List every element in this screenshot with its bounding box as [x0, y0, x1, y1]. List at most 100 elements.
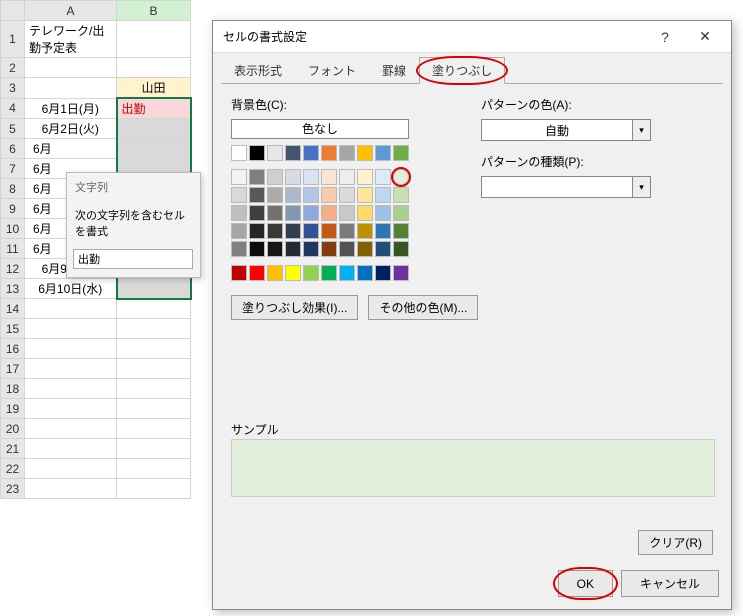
color-swatch[interactable] — [321, 187, 337, 203]
color-swatch[interactable] — [249, 145, 265, 161]
color-swatch[interactable] — [357, 169, 373, 185]
cell[interactable] — [25, 479, 117, 499]
clear-button[interactable]: クリア(R) — [638, 530, 713, 555]
row-num[interactable]: 19 — [1, 399, 25, 419]
color-swatch[interactable] — [303, 265, 319, 281]
color-swatch[interactable] — [267, 205, 283, 221]
row-num[interactable]: 8 — [1, 179, 25, 199]
color-swatch[interactable] — [321, 223, 337, 239]
tab-number-format[interactable]: 表示形式 — [221, 57, 295, 84]
cell[interactable] — [117, 21, 191, 58]
color-swatch[interactable] — [303, 145, 319, 161]
color-swatch[interactable] — [303, 205, 319, 221]
color-swatch[interactable] — [249, 241, 265, 257]
row-num[interactable]: 11 — [1, 239, 25, 259]
color-swatch[interactable] — [357, 241, 373, 257]
col-header-b[interactable]: B — [117, 1, 191, 21]
color-swatch[interactable] — [285, 223, 301, 239]
more-colors-button[interactable]: その他の色(M)... — [368, 295, 478, 320]
cell[interactable] — [117, 359, 191, 379]
row-num[interactable]: 5 — [1, 119, 25, 139]
color-swatch[interactable] — [285, 265, 301, 281]
cell[interactable] — [25, 419, 117, 439]
cell[interactable] — [117, 139, 191, 159]
row-num[interactable]: 16 — [1, 339, 25, 359]
cell[interactable]: テレワーク/出勤予定表 — [25, 21, 117, 58]
cell[interactable] — [117, 399, 191, 419]
cell[interactable] — [25, 459, 117, 479]
cell[interactable]: 6月 — [25, 139, 117, 159]
tab-font[interactable]: フォント — [295, 57, 369, 84]
pattern-type-combo[interactable]: ▾ — [481, 176, 651, 198]
color-swatch[interactable] — [393, 205, 409, 221]
color-swatch[interactable] — [285, 169, 301, 185]
row-num[interactable]: 9 — [1, 199, 25, 219]
cell[interactable] — [25, 78, 117, 99]
color-swatch[interactable] — [393, 169, 409, 185]
color-swatch[interactable] — [249, 265, 265, 281]
color-swatch[interactable] — [375, 187, 391, 203]
color-swatch[interactable] — [393, 145, 409, 161]
color-swatch[interactable] — [375, 169, 391, 185]
color-swatch[interactable] — [303, 187, 319, 203]
color-swatch[interactable] — [393, 223, 409, 239]
no-color-button[interactable]: 色なし — [231, 119, 409, 139]
color-swatch[interactable] — [285, 187, 301, 203]
color-swatch[interactable] — [393, 265, 409, 281]
condition-text-input[interactable] — [73, 249, 193, 269]
color-swatch[interactable] — [303, 241, 319, 257]
color-swatch[interactable] — [267, 145, 283, 161]
row-num[interactable]: 17 — [1, 359, 25, 379]
row-num[interactable]: 14 — [1, 299, 25, 319]
color-swatch[interactable] — [339, 169, 355, 185]
pattern-color-combo[interactable]: 自動 ▾ — [481, 119, 651, 141]
color-swatch[interactable] — [375, 241, 391, 257]
color-swatch[interactable] — [285, 205, 301, 221]
color-swatch[interactable] — [231, 169, 247, 185]
color-swatch[interactable] — [375, 205, 391, 221]
color-swatch[interactable] — [321, 265, 337, 281]
color-swatch[interactable] — [357, 187, 373, 203]
color-swatch[interactable] — [321, 205, 337, 221]
color-swatch[interactable] — [375, 145, 391, 161]
tab-fill[interactable]: 塗りつぶし — [419, 57, 505, 84]
row-num[interactable]: 6 — [1, 139, 25, 159]
row-num[interactable]: 21 — [1, 439, 25, 459]
color-swatch[interactable] — [321, 241, 337, 257]
row-num[interactable]: 2 — [1, 58, 25, 78]
cell[interactable] — [117, 439, 191, 459]
color-swatch[interactable] — [267, 169, 283, 185]
row-num[interactable]: 7 — [1, 159, 25, 179]
row-num[interactable]: 20 — [1, 419, 25, 439]
row-num[interactable]: 3 — [1, 78, 25, 99]
color-swatch[interactable] — [339, 145, 355, 161]
corner-cell[interactable] — [1, 1, 25, 21]
color-swatch[interactable] — [249, 223, 265, 239]
col-header-a[interactable]: A — [25, 1, 117, 21]
cell[interactable] — [117, 379, 191, 399]
color-swatch[interactable] — [231, 241, 247, 257]
help-button[interactable]: ? — [645, 23, 685, 51]
color-swatch[interactable] — [231, 145, 247, 161]
row-num[interactable]: 22 — [1, 459, 25, 479]
cell[interactable] — [25, 359, 117, 379]
color-swatch[interactable] — [339, 241, 355, 257]
cell[interactable] — [117, 339, 191, 359]
row-num[interactable]: 10 — [1, 219, 25, 239]
fill-effects-button[interactable]: 塗りつぶし効果(I)... — [231, 295, 358, 320]
cell[interactable]: 6月1日(月) — [25, 98, 117, 119]
cell[interactable] — [117, 299, 191, 319]
color-swatch[interactable] — [231, 223, 247, 239]
cell[interactable] — [25, 379, 117, 399]
cell[interactable] — [25, 439, 117, 459]
color-swatch[interactable] — [249, 205, 265, 221]
color-swatch[interactable] — [249, 169, 265, 185]
cell[interactable] — [25, 299, 117, 319]
row-num[interactable]: 18 — [1, 379, 25, 399]
cell[interactable] — [117, 479, 191, 499]
color-swatch[interactable] — [339, 223, 355, 239]
cancel-button[interactable]: キャンセル — [621, 570, 719, 597]
cell[interactable] — [117, 119, 191, 139]
color-swatch[interactable] — [285, 241, 301, 257]
color-swatch[interactable] — [267, 241, 283, 257]
